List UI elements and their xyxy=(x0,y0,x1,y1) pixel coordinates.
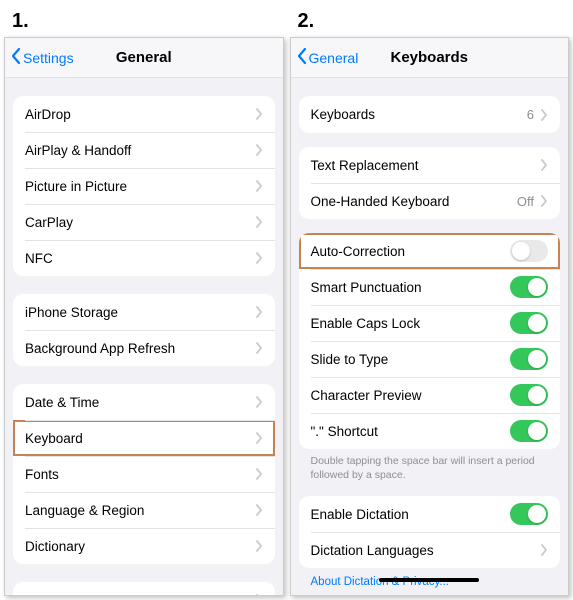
row-dictionary[interactable]: Dictionary xyxy=(13,528,275,564)
row-enable-dictation[interactable]: Enable Dictation xyxy=(299,496,561,532)
back-label: General xyxy=(309,50,359,66)
chevron-right-icon xyxy=(255,432,263,444)
chevron-right-icon xyxy=(540,159,548,171)
settings-group: Auto-Correction Smart Punctuation Enable… xyxy=(299,233,561,449)
row-text-replacement[interactable]: Text Replacement xyxy=(299,147,561,183)
nav-bar: General Keyboards xyxy=(291,38,569,78)
row-airdrop[interactable]: AirDrop xyxy=(13,96,275,132)
row-label: Date & Time xyxy=(25,395,255,410)
row-language-region[interactable]: Language & Region xyxy=(13,492,275,528)
row-label: VPN & Device Management xyxy=(25,593,255,596)
footer-text: Double tapping the space bar will insert… xyxy=(299,449,561,482)
row-label: iPhone Storage xyxy=(25,305,255,320)
back-button[interactable]: General xyxy=(291,47,359,68)
row-label: Background App Refresh xyxy=(25,341,255,356)
row-background-refresh[interactable]: Background App Refresh xyxy=(13,330,275,366)
row-dictation-languages[interactable]: Dictation Languages xyxy=(299,532,561,568)
chevron-right-icon xyxy=(540,195,548,207)
row-value: Off xyxy=(517,194,534,209)
chevron-right-icon xyxy=(255,594,263,595)
chevron-right-icon xyxy=(255,306,263,318)
phone-screen-1: Settings General AirDrop AirPlay & Hando… xyxy=(4,37,284,596)
row-label: Fonts xyxy=(25,467,255,482)
settings-group: Text Replacement One-Handed KeyboardOff xyxy=(299,147,561,219)
row-fonts[interactable]: Fonts xyxy=(13,456,275,492)
row-slide-to-type[interactable]: Slide to Type xyxy=(299,341,561,377)
phone-screen-2: General Keyboards Keyboards6 Text Replac… xyxy=(290,37,570,596)
row-nfc[interactable]: NFC xyxy=(13,240,275,276)
settings-group: Enable Dictation Dictation Languages xyxy=(299,496,561,568)
home-indicator xyxy=(379,578,479,582)
toggle-switch[interactable] xyxy=(510,503,548,525)
chevron-right-icon xyxy=(255,468,263,480)
chevron-right-icon xyxy=(255,180,263,192)
row-label: Auto-Correction xyxy=(311,244,511,259)
chevron-right-icon xyxy=(255,342,263,354)
toggle-switch[interactable] xyxy=(510,240,548,262)
chevron-right-icon xyxy=(540,544,548,556)
row-label: Enable Dictation xyxy=(311,507,511,522)
step-2-label: 2. xyxy=(298,10,570,33)
row-period-shortcut[interactable]: "." Shortcut xyxy=(299,413,561,449)
row-vpn[interactable]: VPN & Device Management xyxy=(13,582,275,595)
row-label: Picture in Picture xyxy=(25,179,255,194)
row-airplay[interactable]: AirPlay & Handoff xyxy=(13,132,275,168)
chevron-right-icon xyxy=(255,504,263,516)
settings-group: iPhone Storage Background App Refresh xyxy=(13,294,275,366)
keyboards-content: Keyboards6 Text Replacement One-Handed K… xyxy=(291,78,569,595)
row-keyboards[interactable]: Keyboards6 xyxy=(299,96,561,133)
row-caps-lock[interactable]: Enable Caps Lock xyxy=(299,305,561,341)
chevron-right-icon xyxy=(255,540,263,552)
settings-content: AirDrop AirPlay & Handoff Picture in Pic… xyxy=(5,78,283,595)
settings-group: Date & Time Keyboard Fonts Language & Re… xyxy=(13,384,275,564)
row-label: Language & Region xyxy=(25,503,255,518)
row-pip[interactable]: Picture in Picture xyxy=(13,168,275,204)
chevron-left-icon xyxy=(295,47,309,68)
row-one-handed[interactable]: One-Handed KeyboardOff xyxy=(299,183,561,219)
row-value: 6 xyxy=(527,107,534,122)
row-label: NFC xyxy=(25,251,255,266)
section-header: ENGLISH AND FRENCH xyxy=(299,590,561,595)
toggle-switch[interactable] xyxy=(510,276,548,298)
back-label: Settings xyxy=(23,50,74,66)
chevron-right-icon xyxy=(255,144,263,156)
settings-group: AirDrop AirPlay & Handoff Picture in Pic… xyxy=(13,96,275,276)
row-label: Dictation Languages xyxy=(311,543,541,558)
row-label: One-Handed Keyboard xyxy=(311,194,517,209)
row-label: Character Preview xyxy=(311,388,511,403)
row-label: Dictionary xyxy=(25,539,255,554)
settings-group: Keyboards6 xyxy=(299,96,561,133)
toggle-switch[interactable] xyxy=(510,312,548,334)
row-label: Keyboards xyxy=(311,107,527,122)
row-label: Slide to Type xyxy=(311,352,511,367)
chevron-left-icon xyxy=(9,47,23,68)
row-label: AirDrop xyxy=(25,107,255,122)
nav-bar: Settings General xyxy=(5,38,283,78)
row-label: CarPlay xyxy=(25,215,255,230)
chevron-right-icon xyxy=(255,108,263,120)
toggle-switch[interactable] xyxy=(510,420,548,442)
step-1-label: 1. xyxy=(12,10,284,33)
row-label: AirPlay & Handoff xyxy=(25,143,255,158)
row-auto-correction[interactable]: Auto-Correction xyxy=(299,233,561,269)
row-label: Smart Punctuation xyxy=(311,280,511,295)
toggle-switch[interactable] xyxy=(510,348,548,370)
row-label: Text Replacement xyxy=(311,158,541,173)
row-date-time[interactable]: Date & Time xyxy=(13,384,275,420)
row-character-preview[interactable]: Character Preview xyxy=(299,377,561,413)
back-button[interactable]: Settings xyxy=(5,47,74,68)
chevron-right-icon xyxy=(255,396,263,408)
row-iphone-storage[interactable]: iPhone Storage xyxy=(13,294,275,330)
row-label: Enable Caps Lock xyxy=(311,316,511,331)
settings-group: VPN & Device Management xyxy=(13,582,275,595)
chevron-right-icon xyxy=(540,109,548,121)
row-label: "." Shortcut xyxy=(311,424,511,439)
row-label: Keyboard xyxy=(25,431,255,446)
row-keyboard[interactable]: Keyboard xyxy=(13,420,275,456)
toggle-switch[interactable] xyxy=(510,384,548,406)
chevron-right-icon xyxy=(255,216,263,228)
row-smart-punctuation[interactable]: Smart Punctuation xyxy=(299,269,561,305)
chevron-right-icon xyxy=(255,252,263,264)
row-carplay[interactable]: CarPlay xyxy=(13,204,275,240)
